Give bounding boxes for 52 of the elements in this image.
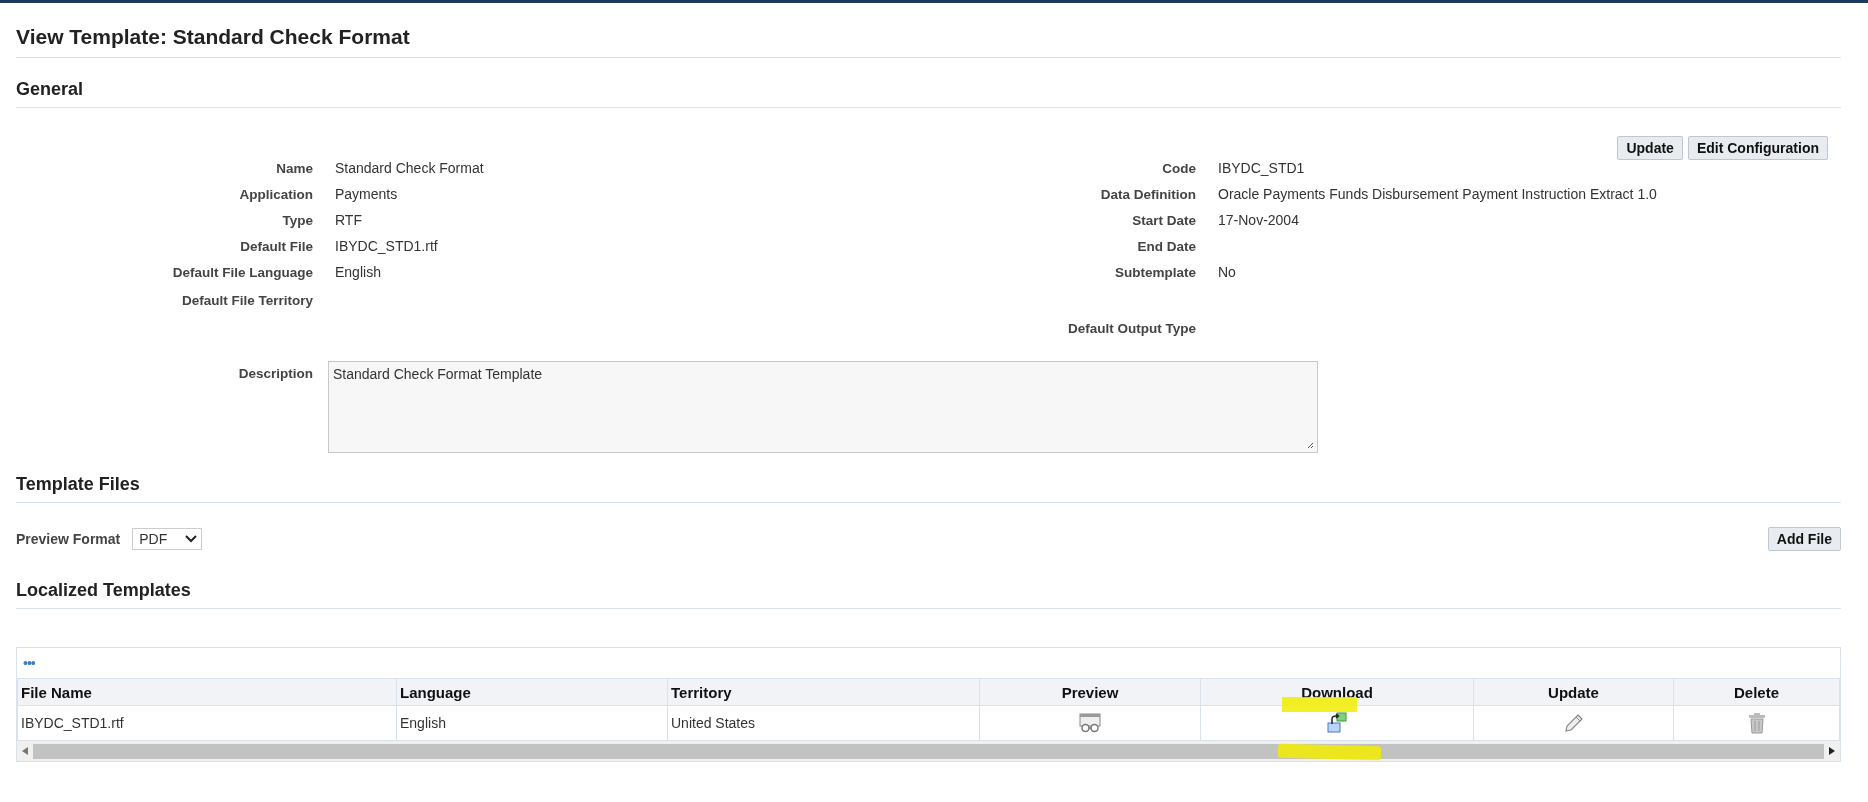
field-value: IBYDC_STD1.rtf xyxy=(335,238,438,254)
field-label: Subtemplate xyxy=(1114,264,1196,280)
field-label: Default File Territory xyxy=(180,292,313,308)
description-field[interactable]: Standard Check Format Template xyxy=(328,361,1318,453)
scroll-left-icon[interactable] xyxy=(22,747,28,755)
field-value: Oracle Payments Funds Disbursement Payment Instruction Extract 1.0 xyxy=(1218,186,1657,202)
preview-icon[interactable] xyxy=(1079,713,1101,733)
field-value: Standard Check Format xyxy=(335,160,484,176)
column-header: File Name xyxy=(17,678,397,706)
column-header: Preview xyxy=(979,678,1201,706)
export-icon[interactable] xyxy=(1326,712,1348,734)
resize-handle-icon[interactable] xyxy=(1306,441,1314,449)
section-heading: Template Files xyxy=(16,453,1841,503)
column-header: Language xyxy=(396,678,668,706)
column-header: Download xyxy=(1200,678,1474,706)
field-label: Default Output Type xyxy=(1067,320,1196,336)
field-label: Start Date xyxy=(1131,212,1196,228)
column-header: Delete xyxy=(1673,678,1840,706)
pencil-icon[interactable] xyxy=(1563,713,1584,733)
column-header: Update xyxy=(1473,678,1674,706)
section-heading: General xyxy=(16,58,1841,108)
more-options-button[interactable]: ••• xyxy=(23,655,35,671)
field-label: End Date xyxy=(1136,238,1196,254)
section-heading: Localized Templates xyxy=(16,559,1841,609)
format-dropdown[interactable]: PDF xyxy=(132,528,203,550)
horizontal-scrollbar[interactable] xyxy=(17,741,1840,761)
field-label: Data Definition xyxy=(1099,186,1196,202)
table-cell: English xyxy=(400,715,446,731)
add-file-button[interactable]: Add File xyxy=(1767,527,1841,551)
field-label: Name xyxy=(275,160,313,176)
field-label: Application xyxy=(238,186,313,202)
chevron-down-icon xyxy=(185,535,198,543)
column-header: Territory xyxy=(667,678,980,706)
table-cell: IBYDC_STD1.rtf xyxy=(21,715,124,731)
field-label: Preview Format xyxy=(16,531,121,547)
field-value: 17-Nov-2004 xyxy=(1218,212,1299,228)
table-cell: United States xyxy=(671,715,756,731)
scroll-right-icon[interactable] xyxy=(1829,747,1835,755)
field-label: Description xyxy=(237,365,313,381)
field-value: Payments xyxy=(335,186,398,202)
trash-icon[interactable] xyxy=(1747,712,1766,734)
field-value: No xyxy=(1218,264,1236,280)
field-label: Type xyxy=(281,212,313,228)
field-value: RTF xyxy=(335,212,362,228)
page-title: View Template: Standard Check Format xyxy=(16,3,1841,58)
field-label: Default File xyxy=(239,238,313,254)
action-button[interactable]: Edit Configuration xyxy=(1687,136,1828,160)
field-label: Code xyxy=(1161,160,1196,176)
field-value: IBYDC_STD1 xyxy=(1218,160,1305,176)
field-label: Default File Language xyxy=(171,264,313,280)
field-value: English xyxy=(335,264,381,280)
action-button[interactable]: Update xyxy=(1617,136,1683,160)
